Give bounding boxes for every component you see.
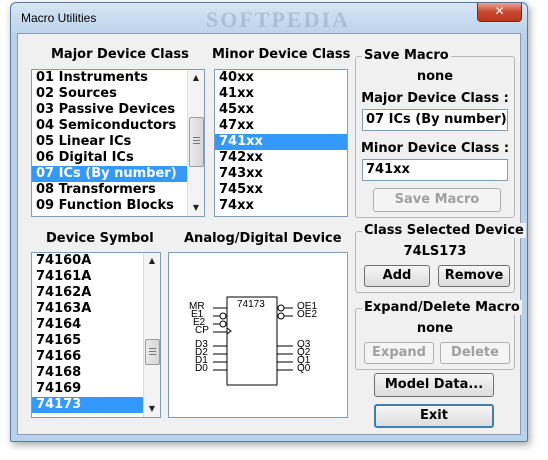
device-symbol-label: Device Symbol	[46, 231, 154, 246]
pin-label-q0: Q0	[297, 363, 311, 374]
minor-class-item[interactable]: 742xx	[215, 150, 347, 166]
expand-delete-group: Expand/Delete Macro none Expand Delete	[355, 300, 522, 370]
pin-label-oe2: OE2	[297, 309, 318, 320]
device-symbol-item[interactable]: 74162A	[32, 285, 160, 301]
minor-class-item[interactable]: 745xx	[215, 182, 347, 198]
clock-marker	[226, 327, 232, 335]
device-symbol-item[interactable]: 74166	[32, 349, 160, 365]
major-class-item[interactable]: 04 Semiconductors	[32, 118, 204, 134]
major-class-item[interactable]: 02 Sources	[32, 86, 204, 102]
expand-button[interactable]: Expand	[364, 342, 434, 364]
scroll-down-arrow-icon[interactable]: ▼	[144, 401, 160, 417]
inverter-bubble-oe2	[277, 312, 285, 320]
device-symbol-item[interactable]: 74165	[32, 333, 160, 349]
save-macro-button[interactable]: Save Macro	[373, 188, 501, 212]
window-title: Macro Utilities	[21, 11, 97, 25]
device-symbol-item[interactable]: 74160A	[32, 253, 160, 269]
minor-class-item[interactable]: 74xx	[215, 198, 347, 214]
chip-name: 74173	[237, 299, 265, 310]
device-symbol-item[interactable]: 74168	[32, 365, 160, 381]
device-symbol-item[interactable]: 74173	[32, 397, 160, 413]
scroll-up-arrow-icon[interactable]: ▲	[144, 253, 160, 269]
model-data-button[interactable]: Model Data...	[374, 373, 494, 397]
close-icon: ✕	[494, 4, 505, 18]
scroll-thumb[interactable]	[189, 117, 204, 167]
scroll-thumb[interactable]	[145, 339, 160, 365]
pin-label-cp: CP	[195, 325, 209, 336]
minor-class-label: Minor Device Class	[212, 47, 351, 62]
minor-class-field[interactable]: 741xx	[362, 159, 508, 181]
expand-delete-status: none	[416, 321, 454, 336]
device-symbol-item[interactable]: 74163A	[32, 301, 160, 317]
class-selected-group: Class Selected Device 74LS173 Add Remove	[355, 223, 526, 293]
client-area: Major Device Class 01 Instruments 02 Sour…	[17, 33, 526, 435]
minor-class-item[interactable]: 741xx	[215, 134, 347, 150]
major-class-label: Major Device Class	[51, 47, 189, 62]
delete-button[interactable]: Delete	[440, 342, 510, 364]
scroll-up-arrow-icon[interactable]: ▲	[188, 70, 204, 86]
major-class-field[interactable]: 07 ICs (By number)	[362, 109, 508, 131]
inverter-bubble-e2	[219, 320, 227, 328]
inverter-bubble-oe1	[277, 304, 285, 312]
pin-label-d0: D0	[195, 363, 208, 374]
minor-class-item[interactable]: 743xx	[215, 166, 347, 182]
minor-class-field-label: Minor Device Class :	[360, 141, 510, 156]
minor-class-item[interactable]: 45xx	[215, 102, 347, 118]
selected-device-name: 74LS173	[403, 244, 467, 259]
save-macro-group: Save Macro none Major Device Class : 07 …	[355, 48, 515, 218]
major-class-listbox[interactable]: 01 Instruments 02 Sources 03 Passive Devic…	[31, 69, 205, 217]
add-button[interactable]: Add	[364, 265, 430, 287]
major-scrollbar[interactable]: ▲ ▼	[187, 70, 204, 216]
analog-digital-label: Analog/Digital Device	[184, 231, 342, 246]
exit-button[interactable]: Exit	[374, 404, 494, 428]
device-symbol-item[interactable]: 74164	[32, 317, 160, 333]
major-class-item[interactable]: 06 Digital ICs	[32, 150, 204, 166]
device-symbol-item[interactable]: 74169	[32, 381, 160, 397]
chip-body	[226, 296, 278, 386]
major-class-item[interactable]: 08 Transformers	[32, 182, 204, 198]
device-symbol-item[interactable]: 74161A	[32, 269, 160, 285]
major-class-item[interactable]: 01 Instruments	[32, 70, 204, 86]
macro-utilities-window: Macro Utilities SOFTPEDIA ✕ Major Device…	[10, 2, 528, 442]
scroll-down-arrow-icon[interactable]: ▼	[188, 200, 204, 216]
close-button[interactable]: ✕	[477, 3, 522, 22]
major-class-item[interactable]: 07 ICs (By number)	[32, 166, 204, 182]
major-class-field-label: Major Device Class :	[361, 91, 509, 106]
major-class-item[interactable]: 09 Function Blocks	[32, 198, 204, 214]
minor-class-item[interactable]: 47xx	[215, 118, 347, 134]
device-symbol-preview: 74173 MR E1 E2 CP D3 D2 D1 D0 OE1 OE2 Q3 Q2 Q1 Q0	[168, 252, 348, 418]
minor-class-item[interactable]: 41xx	[215, 86, 347, 102]
minor-class-listbox[interactable]: 40xx 41xx 45xx 47xx 741xx 742xx 743xx 745xx 74xx	[214, 69, 348, 217]
minor-class-item[interactable]: 40xx	[215, 70, 347, 86]
expand-delete-title: Expand/Delete Macro	[362, 300, 522, 315]
save-macro-title: Save Macro	[362, 48, 451, 63]
major-class-item[interactable]: 03 Passive Devices	[32, 102, 204, 118]
title-bar[interactable]: Macro Utilities SOFTPEDIA ✕	[11, 3, 527, 33]
save-macro-status: none	[416, 69, 454, 84]
device-symbol-listbox[interactable]: 74160A 74161A 74162A 74163A 74164 74165 74166 7…	[31, 252, 161, 418]
major-class-item[interactable]: 05 Linear ICs	[32, 134, 204, 150]
class-selected-title: Class Selected Device	[362, 223, 526, 238]
inverter-bubble-e1	[219, 312, 227, 320]
symbol-scrollbar[interactable]: ▲ ▼	[143, 253, 160, 417]
remove-button[interactable]: Remove	[438, 265, 510, 287]
watermark: SOFTPEDIA	[206, 7, 350, 32]
